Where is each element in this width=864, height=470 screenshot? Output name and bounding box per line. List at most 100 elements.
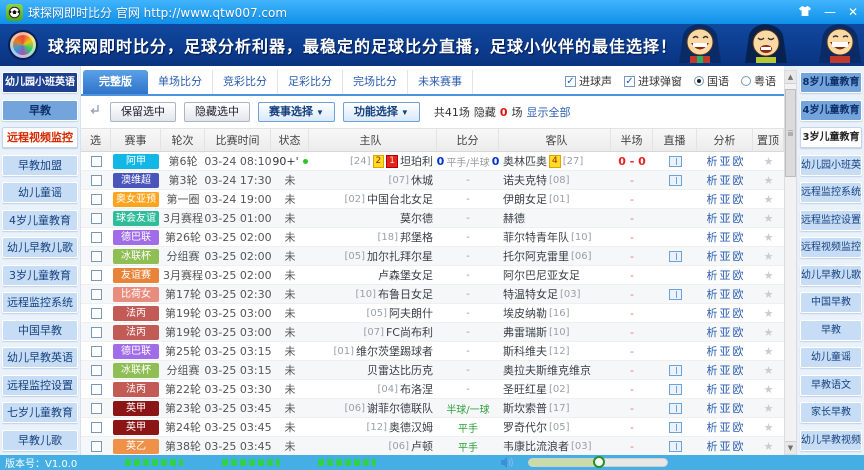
right-sidebar-item[interactable]: 4岁儿童教育 — [800, 100, 862, 121]
analysis-link[interactable]: 析 — [707, 438, 718, 454]
left-sidebar-item[interactable]: 早教加盟 — [2, 155, 78, 176]
close-button[interactable]: ✕ — [848, 5, 858, 19]
analysis-link[interactable]: 析 — [707, 229, 718, 245]
live-tv-icon[interactable] — [669, 441, 682, 452]
analysis-link[interactable]: 欧 — [733, 210, 744, 226]
analysis-link[interactable]: 亚 — [720, 248, 731, 264]
league-badge[interactable]: 奥女亚预 — [113, 192, 159, 207]
analysis-link[interactable]: 欧 — [733, 419, 744, 435]
right-sidebar-item[interactable]: 幼儿童谣 — [800, 347, 862, 368]
pin-star-icon[interactable]: ★ — [764, 421, 774, 434]
pin-star-icon[interactable]: ★ — [764, 326, 774, 339]
row-checkbox[interactable] — [91, 346, 102, 357]
right-sidebar-item[interactable]: 幼儿早教视频 — [800, 430, 862, 451]
analysis-link[interactable]: 亚 — [720, 210, 731, 226]
left-sidebar-item[interactable]: 远程监控设置 — [2, 375, 78, 396]
mandarin-radio[interactable] — [694, 76, 704, 86]
goal-sound-checkbox[interactable]: ✓ — [565, 76, 576, 87]
pin-star-icon[interactable]: ★ — [764, 345, 774, 358]
row-checkbox[interactable] — [91, 441, 102, 452]
pin-star-icon[interactable]: ★ — [764, 307, 774, 320]
row-checkbox[interactable] — [91, 403, 102, 414]
keep-selected-button[interactable]: 保留选中 — [110, 102, 176, 122]
vertical-scrollbar[interactable]: ▲ ▼ — [784, 70, 797, 455]
left-sidebar-item[interactable]: 4岁儿童教育 — [2, 210, 78, 231]
live-tv-icon[interactable] — [669, 289, 682, 300]
analysis-link[interactable]: 亚 — [720, 362, 731, 378]
volume-slider-thumb[interactable] — [593, 456, 605, 468]
analysis-link[interactable]: 欧 — [733, 438, 744, 454]
right-sidebar-item[interactable]: 家长早教 — [800, 402, 862, 423]
scrollbar-thumb[interactable] — [785, 89, 796, 177]
analysis-link[interactable]: 亚 — [720, 286, 731, 302]
league-badge[interactable]: 英乙 — [113, 439, 159, 454]
league-badge[interactable]: 德巴联 — [113, 344, 159, 359]
left-sidebar-item[interactable]: 早教儿歌 — [2, 430, 78, 451]
live-tv-icon[interactable] — [669, 422, 682, 433]
pin-star-icon[interactable]: ★ — [764, 402, 774, 415]
analysis-link[interactable]: 亚 — [720, 305, 731, 321]
row-checkbox[interactable] — [91, 156, 102, 167]
analysis-link[interactable]: 析 — [707, 172, 718, 188]
skin-icon[interactable] — [798, 5, 812, 20]
league-badge[interactable]: 英甲 — [113, 420, 159, 435]
right-sidebar-item[interactable]: 早教 — [800, 320, 862, 341]
right-sidebar-item[interactable]: 远程监控设置 — [800, 210, 862, 231]
analysis-link[interactable]: 析 — [707, 400, 718, 416]
analysis-link[interactable]: 亚 — [720, 153, 731, 169]
league-badge[interactable]: 冰联杯 — [113, 363, 159, 378]
analysis-link[interactable]: 欧 — [733, 267, 744, 283]
pin-star-icon[interactable]: ★ — [764, 269, 774, 282]
analysis-link[interactable]: 析 — [707, 381, 718, 397]
mandarin-option[interactable]: 国语 — [694, 73, 729, 89]
right-sidebar-item[interactable]: 8岁儿童教育 — [800, 72, 862, 93]
analysis-link[interactable]: 析 — [707, 305, 718, 321]
live-tv-icon[interactable] — [669, 156, 682, 167]
pin-star-icon[interactable]: ★ — [764, 440, 774, 453]
speaker-icon[interactable] — [500, 456, 514, 470]
left-sidebar-item[interactable]: 远程视频监控 — [2, 127, 78, 148]
tab-竞彩比分[interactable]: 竞彩比分 — [213, 70, 278, 94]
analysis-link[interactable]: 欧 — [733, 229, 744, 245]
live-tv-icon[interactable] — [669, 251, 682, 262]
analysis-link[interactable]: 欧 — [733, 191, 744, 207]
live-tv-icon[interactable] — [669, 403, 682, 414]
live-tv-icon[interactable] — [669, 365, 682, 376]
pin-star-icon[interactable]: ★ — [764, 383, 774, 396]
analysis-link[interactable]: 亚 — [720, 267, 731, 283]
left-sidebar-item[interactable]: 幼儿早教英语 — [2, 347, 78, 368]
right-sidebar-item[interactable]: 幼儿早教儿歌 — [800, 265, 862, 286]
row-checkbox[interactable] — [91, 175, 102, 186]
analysis-link[interactable]: 亚 — [720, 381, 731, 397]
analysis-link[interactable]: 析 — [707, 210, 718, 226]
pin-star-icon[interactable]: ★ — [764, 364, 774, 377]
analysis-link[interactable]: 亚 — [720, 438, 731, 454]
pin-star-icon[interactable]: ★ — [764, 193, 774, 206]
analysis-link[interactable]: 析 — [707, 324, 718, 340]
league-badge[interactable]: 友谊赛 — [113, 268, 159, 283]
row-checkbox[interactable] — [91, 194, 102, 205]
right-sidebar-item[interactable]: 幼儿园小班英语 — [800, 155, 862, 176]
analysis-link[interactable]: 析 — [707, 267, 718, 283]
analysis-link[interactable]: 欧 — [733, 362, 744, 378]
right-sidebar-item[interactable]: 远程监控系统 — [800, 182, 862, 203]
row-checkbox[interactable] — [91, 251, 102, 262]
analysis-link[interactable]: 析 — [707, 286, 718, 302]
tab-未来赛事[interactable]: 未来赛事 — [408, 70, 473, 94]
row-checkbox[interactable] — [91, 422, 102, 433]
analysis-link[interactable]: 欧 — [733, 400, 744, 416]
tab-足彩比分[interactable]: 足彩比分 — [278, 70, 343, 94]
pin-star-icon[interactable]: ★ — [764, 174, 774, 187]
league-badge[interactable]: 比荷女 — [113, 287, 159, 302]
analysis-link[interactable]: 欧 — [733, 172, 744, 188]
left-sidebar-item[interactable]: 幼儿童谣 — [2, 182, 78, 203]
league-badge[interactable]: 德巴联 — [113, 230, 159, 245]
left-sidebar-item[interactable]: 3岁儿童教育 — [2, 265, 78, 286]
league-badge[interactable]: 英甲 — [113, 401, 159, 416]
row-checkbox[interactable] — [91, 365, 102, 376]
row-checkbox[interactable] — [91, 270, 102, 281]
analysis-link[interactable]: 亚 — [720, 419, 731, 435]
row-checkbox[interactable] — [91, 384, 102, 395]
league-badge[interactable]: 阿甲 — [113, 154, 159, 169]
analysis-link[interactable]: 欧 — [733, 305, 744, 321]
